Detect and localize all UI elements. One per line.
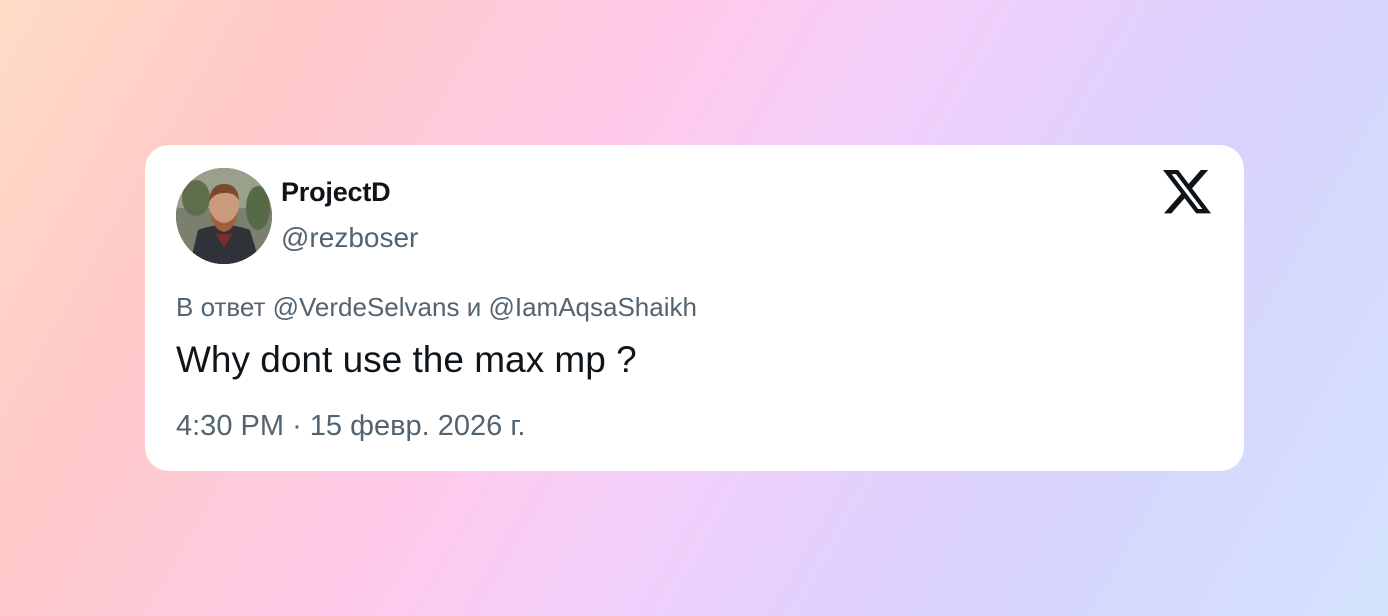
reply-mention-link[interactable]: @VerdeSelvans: [273, 292, 460, 322]
tweet-time: 4:30 PM: [176, 410, 284, 442]
tweet-date: 15 февр. 2026 г.: [309, 410, 526, 442]
user-handle[interactable]: @rezboser: [281, 222, 418, 254]
reply-mention-link[interactable]: @IamAqsaShaikh: [488, 292, 697, 322]
reply-context: В ответ @VerdeSelvans и @IamAqsaShaikh: [176, 292, 697, 323]
avatar[interactable]: [176, 168, 272, 264]
tweet-card: ProjectD @rezboser В ответ @VerdeSelvans…: [145, 145, 1244, 471]
timestamp-separator: ·: [292, 410, 302, 442]
tweet-text: Why dont use the max mp ?: [176, 339, 637, 380]
x-logo-icon[interactable]: [1163, 170, 1211, 214]
tweet-timestamp[interactable]: 4:30 PM · 15 февр. 2026 г.: [176, 410, 525, 443]
display-name[interactable]: ProjectD: [281, 177, 391, 208]
reply-conjunction: и: [466, 292, 482, 322]
reply-prefix: В ответ: [176, 292, 266, 322]
